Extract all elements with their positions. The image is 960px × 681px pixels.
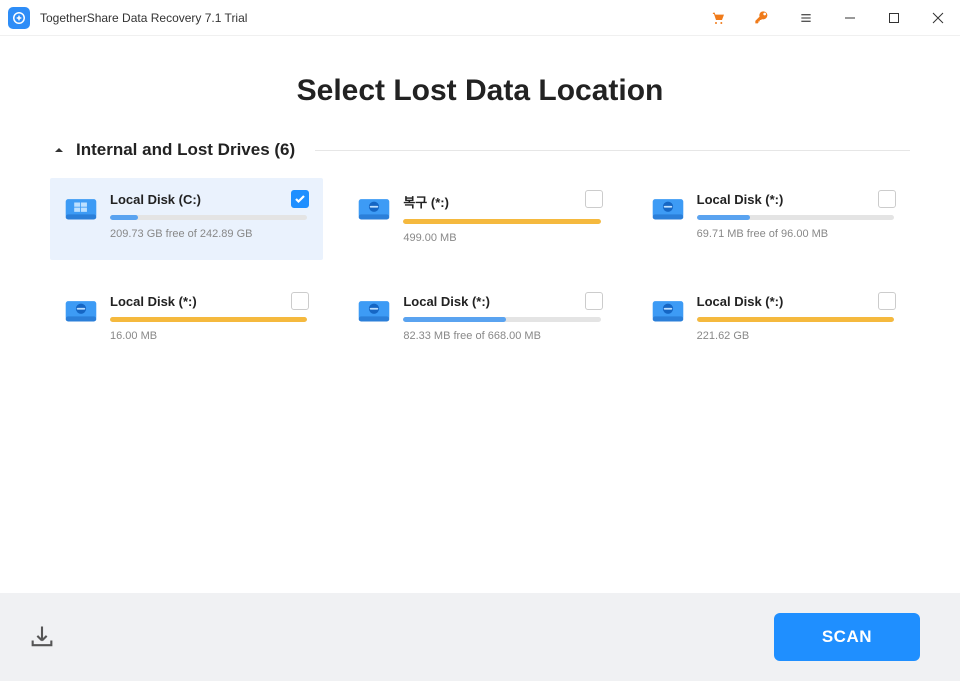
maximize-button[interactable]: [872, 0, 916, 36]
drive-grid: Local Disk (C:) 209.73 GB free of 242.89 …: [50, 178, 910, 362]
drive-usage-bar: [110, 215, 307, 220]
drive-card[interactable]: Local Disk (C:) 209.73 GB free of 242.89 …: [50, 178, 323, 260]
drive-usage-bar: [110, 317, 307, 322]
section-header[interactable]: Internal and Lost Drives (6): [50, 140, 910, 160]
section-divider: [315, 150, 910, 151]
drive-stats: 69.71 MB free of 96.00 MB: [697, 228, 894, 240]
main-content: Select Lost Data Location Internal and L…: [0, 36, 960, 593]
drive-stats: 16.00 MB: [110, 330, 307, 342]
drive-card[interactable]: Local Disk (*:) 16.00 MB: [50, 280, 323, 362]
drive-name: Local Disk (*:): [110, 294, 307, 309]
window-title: TogetherShare Data Recovery 7.1 Trial: [40, 11, 247, 25]
drive-stats: 221.62 GB: [697, 330, 894, 342]
minimize-button[interactable]: [828, 0, 872, 36]
menu-button[interactable]: [784, 0, 828, 36]
footer: SCAN: [0, 593, 960, 681]
close-button[interactable]: [916, 0, 960, 36]
key-button[interactable]: [740, 0, 784, 36]
drive-card[interactable]: Local Disk (*:) 82.33 MB free of 668.00 M…: [343, 280, 616, 362]
drive-name: Local Disk (C:): [110, 192, 307, 207]
drive-name: Local Disk (*:): [697, 192, 894, 207]
scan-button[interactable]: SCAN: [774, 613, 920, 661]
drive-disk-icon: [357, 194, 391, 222]
collapse-caret-icon: [54, 145, 64, 155]
drive-name: Local Disk (*:): [403, 294, 600, 309]
drive-checkbox[interactable]: [878, 190, 896, 208]
drive-windows-icon: [64, 194, 98, 222]
drive-card[interactable]: Local Disk (*:) 221.62 GB: [637, 280, 910, 362]
drive-usage-bar: [697, 215, 894, 220]
drive-disk-icon: [651, 296, 685, 324]
drive-disk-icon: [64, 296, 98, 324]
drive-disk-icon: [651, 194, 685, 222]
drive-disk-icon: [357, 296, 391, 324]
app-logo-icon: [8, 7, 30, 29]
drive-name: 복구 (*:): [403, 192, 600, 211]
drive-stats: 82.33 MB free of 668.00 MB: [403, 330, 600, 342]
drive-checkbox[interactable]: [878, 292, 896, 310]
drive-checkbox[interactable]: [585, 190, 603, 208]
drive-checkbox[interactable]: [291, 190, 309, 208]
drive-card[interactable]: 복구 (*:) 499.00 MB: [343, 178, 616, 260]
drive-usage-bar: [697, 317, 894, 322]
drive-checkbox[interactable]: [291, 292, 309, 310]
drive-usage-bar: [403, 317, 600, 322]
titlebar: TogetherShare Data Recovery 7.1 Trial: [0, 0, 960, 36]
drive-checkbox[interactable]: [585, 292, 603, 310]
cart-button[interactable]: [696, 0, 740, 36]
import-button[interactable]: [28, 623, 56, 651]
page-title: Select Lost Data Location: [50, 74, 910, 108]
drive-usage-bar: [403, 219, 600, 224]
drive-name: Local Disk (*:): [697, 294, 894, 309]
drive-stats: 209.73 GB free of 242.89 GB: [110, 228, 307, 240]
section-title: Internal and Lost Drives (6): [76, 140, 295, 160]
drive-card[interactable]: Local Disk (*:) 69.71 MB free of 96.00 MB: [637, 178, 910, 260]
drive-stats: 499.00 MB: [403, 232, 600, 244]
